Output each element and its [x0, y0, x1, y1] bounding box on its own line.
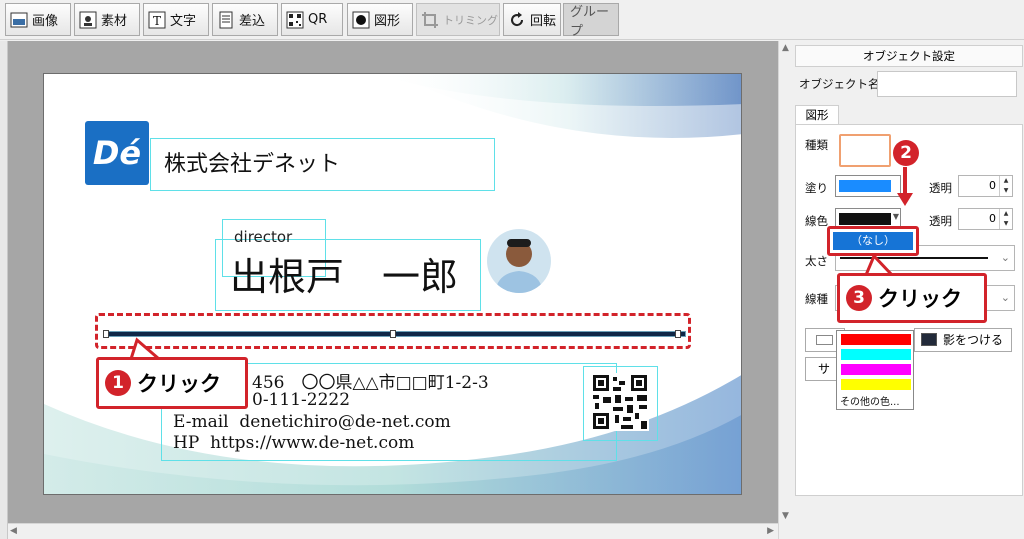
other-color-option[interactable]: その他の色... [840, 393, 900, 408]
shape-button-label: 図形 [374, 14, 401, 29]
scroll-down-icon[interactable]: ▼ [782, 511, 789, 521]
step-2-arrowhead-icon [897, 193, 913, 206]
fill-transparency-value: 0 [989, 179, 996, 192]
object-name-label: オブジェクト名 [799, 77, 880, 91]
svg-text:T: T [153, 14, 161, 28]
rotate-icon [508, 11, 526, 29]
line-color-label: 線色 [805, 214, 828, 228]
callout-step-1: 1 クリック [96, 357, 248, 409]
line-highlight-box [95, 313, 691, 349]
crop-button-label: トリミング [443, 13, 498, 27]
qr-button[interactable]: QR [281, 3, 343, 36]
fill-transparency-spinner-icon[interactable]: ▲ ▼ [999, 176, 1012, 196]
kind-preview[interactable] [839, 134, 891, 167]
color-option-yellow[interactable] [841, 379, 911, 390]
qr-button-label: QR [308, 12, 328, 27]
step-2-badge: 2 [893, 140, 919, 166]
line-transparency-input[interactable]: 0 ▲ ▼ [958, 208, 1013, 230]
fill-transparency-input[interactable]: 0 ▲ ▼ [958, 175, 1013, 197]
line-type-dropdown-icon[interactable]: ⌄ [1001, 291, 1010, 304]
scroll-up-icon[interactable]: ▲ [782, 43, 789, 53]
group-button-label: グループ [570, 4, 610, 39]
color-option-red[interactable] [841, 334, 911, 345]
left-gutter [0, 41, 8, 539]
profile-photo[interactable] [487, 229, 551, 293]
line-transparency-value: 0 [989, 212, 996, 225]
text-icon: T [148, 11, 166, 29]
text-button-label: 文字 [170, 14, 197, 29]
fill-transparency-label: 透明 [929, 181, 952, 195]
line-color-dropdown-icon[interactable]: ▼ [893, 212, 899, 221]
image-button[interactable]: 画像 [5, 3, 71, 36]
job-title: director [234, 228, 293, 246]
qr-code [591, 373, 649, 431]
thickness-label: 太さ [805, 254, 828, 268]
merge-icon [217, 11, 235, 29]
material-button-label: 素材 [101, 14, 128, 29]
outline-rect-icon [816, 335, 833, 345]
group-button[interactable]: グループ [563, 3, 619, 39]
image-button-label: 画像 [32, 14, 59, 29]
panel-title: オブジェクト設定 [795, 45, 1023, 67]
material-button[interactable]: 素材 [74, 3, 140, 36]
kind-label: 種類 [805, 138, 828, 152]
merge-button-label: 差込 [239, 14, 266, 29]
hp-line: HP https://www.de-net.com [173, 433, 415, 453]
line-type-label: 線種 [805, 292, 828, 306]
step-3-badge: 3 [846, 285, 872, 311]
company-name: 株式会社デネット [164, 152, 341, 177]
shadow-icon [921, 333, 937, 346]
shadow-button[interactable]: 影をつける [914, 328, 1012, 352]
tab-shape[interactable]: 図形 [795, 105, 839, 125]
thickness-dropdown-icon[interactable]: ⌄ [1001, 251, 1010, 264]
business-card[interactable]: Dé 株式会社デネット director 出根戸 一郎 456 〇〇県△△市□□… [43, 73, 742, 495]
fill-color-button[interactable] [835, 175, 901, 197]
person-name: 出根戸 一郎 [230, 255, 459, 299]
rotate-button[interactable]: 回転 [503, 3, 561, 36]
color-option-cyan[interactable] [841, 349, 911, 360]
object-name-input[interactable] [877, 71, 1017, 97]
scroll-right-icon[interactable]: ▶ [767, 526, 774, 536]
horizontal-scrollbar[interactable]: ◀ ▶ [8, 523, 778, 539]
callout-step-3: 3 クリック [837, 273, 987, 323]
app-window: 画像 素材 T 文字 差込 QR 図形 トリミング 回転 グループ Dé 株式会… [0, 0, 1024, 539]
rotate-button-label: 回転 [530, 14, 557, 29]
merge-button[interactable]: 差込 [212, 3, 278, 36]
image-icon [10, 11, 28, 29]
email-line: E-mail denetichiro@de-net.com [173, 412, 451, 432]
fill-color-swatch [839, 180, 891, 192]
none-color-option[interactable]: （なし） [833, 232, 913, 250]
tel-line: 0-111-2222 [252, 390, 351, 410]
material-icon [79, 11, 97, 29]
shape-icon [352, 11, 370, 29]
qr-icon [286, 11, 304, 29]
crop-icon [421, 11, 439, 29]
callout-1-label: クリック [137, 372, 221, 396]
company-logo: Dé [85, 121, 149, 185]
toolbar: 画像 素材 T 文字 差込 QR 図形 トリミング 回転 グループ [0, 0, 1024, 40]
step-1-badge: 1 [105, 370, 131, 396]
fill-label: 塗り [805, 181, 828, 195]
text-button[interactable]: T 文字 [143, 3, 209, 36]
scroll-left-icon[interactable]: ◀ [10, 526, 17, 536]
line-transparency-label: 透明 [929, 214, 952, 228]
line-color-swatch [839, 213, 891, 225]
crop-button[interactable]: トリミング [416, 3, 500, 36]
shadow-button-label: 影をつける [943, 333, 1004, 347]
callout-3-label: クリック [878, 287, 962, 311]
line-color-dropdown: その他の色... [836, 330, 914, 410]
color-option-magenta[interactable] [841, 364, 911, 375]
line-transparency-spinner-icon[interactable]: ▲ ▼ [999, 209, 1012, 229]
shape-button[interactable]: 図形 [347, 3, 413, 36]
vertical-scrollbar[interactable]: ▲ ▼ [778, 41, 794, 539]
